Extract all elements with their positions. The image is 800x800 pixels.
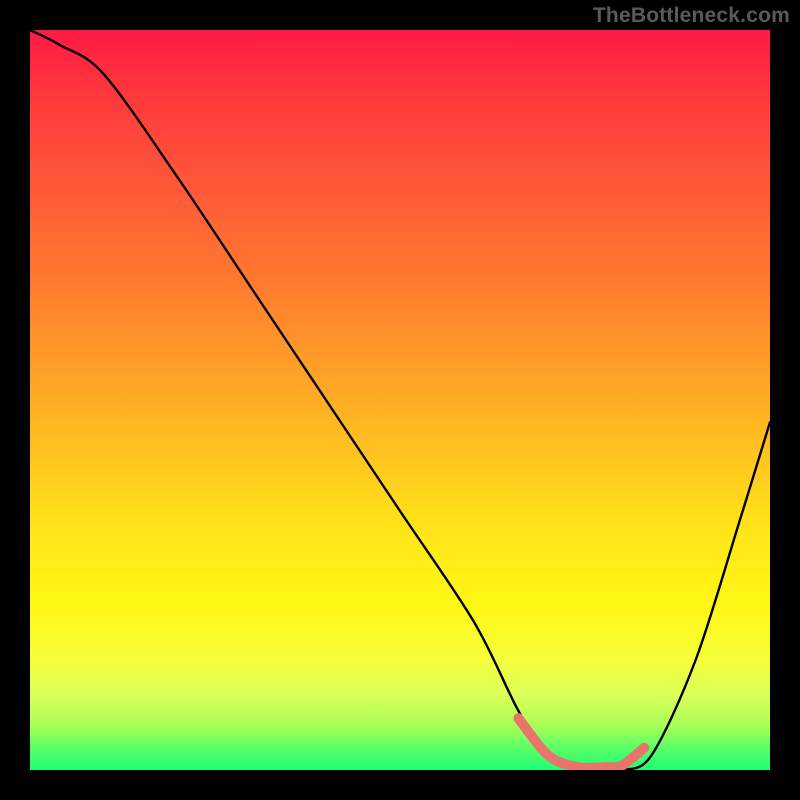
chart-svg bbox=[30, 30, 770, 770]
bottleneck-curve bbox=[30, 30, 770, 770]
plot-area bbox=[30, 30, 770, 770]
chart-frame: TheBottleneck.com bbox=[0, 0, 800, 800]
watermark-text: TheBottleneck.com bbox=[593, 4, 790, 28]
trough-highlight bbox=[518, 718, 644, 768]
